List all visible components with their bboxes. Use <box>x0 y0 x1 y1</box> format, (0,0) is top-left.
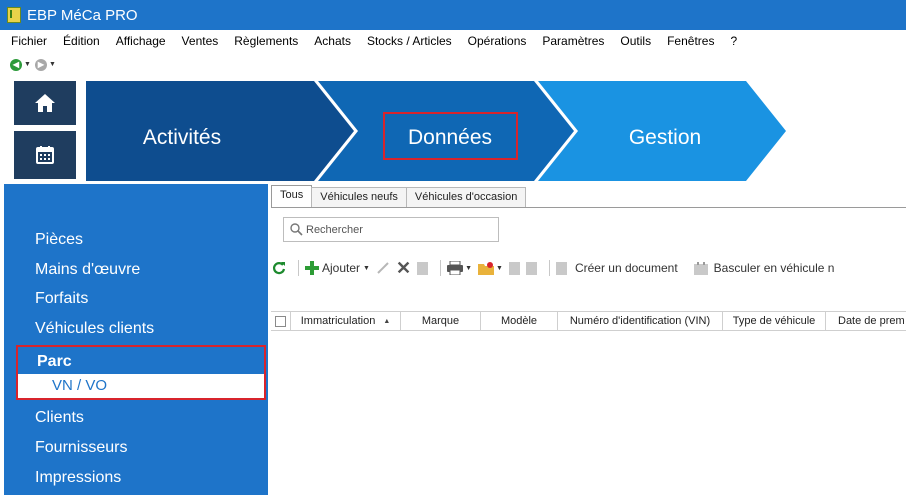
column-header-marque[interactable]: Marque <box>401 312 481 330</box>
menu-stocks-articles[interactable]: Stocks / Articles <box>359 34 460 48</box>
select-all-cell <box>271 312 291 330</box>
parc-highlight-box: Parc VN / VO <box>16 345 266 400</box>
forward-arrow-icon[interactable]: ▶ <box>34 58 47 71</box>
sidebar: Pièces Mains d'œuvre Forfaits Véhicules … <box>4 184 268 495</box>
menu-operations[interactable]: Opérations <box>460 34 535 48</box>
sidebar-item-mains-oeuvre[interactable]: Mains d'œuvre <box>35 261 140 279</box>
document-button-2[interactable] <box>525 261 537 275</box>
chevron-down-icon: ▼ <box>363 264 370 272</box>
menu-outils[interactable]: Outils <box>612 34 659 48</box>
search-placeholder: Rechercher <box>306 223 363 236</box>
duplicate-button[interactable] <box>417 261 429 275</box>
menu-edition[interactable]: Édition <box>55 34 108 48</box>
column-immatriculation-label: Immatriculation <box>300 315 376 327</box>
menu-fichier[interactable]: Fichier <box>0 34 55 48</box>
document-list-icon <box>525 261 537 275</box>
home-icon <box>35 94 55 112</box>
sidebar-item-clients[interactable]: Clients <box>35 409 84 427</box>
select-all-checkbox[interactable] <box>275 315 286 327</box>
search-icon <box>290 223 303 236</box>
document-icon <box>508 261 520 275</box>
process-steps: Activités Données Gestion <box>86 81 786 181</box>
back-arrow-icon[interactable]: ◀ <box>10 58 22 71</box>
menu-ventes[interactable]: Ventes <box>174 34 227 48</box>
step-activites-label: Activités <box>143 126 221 149</box>
switch-vehicle-button[interactable]: Basculer en véhicule n <box>693 261 835 275</box>
sort-ascending-icon: ▲ <box>383 317 391 325</box>
chevron-down-icon: ▼ <box>465 264 472 272</box>
sidebar-item-vehicules-clients[interactable]: Véhicules clients <box>35 320 154 338</box>
toolbar: Ajouter ▼ ✕ ▼ ▼ Créer un document Bascul… <box>272 257 906 279</box>
refresh-button[interactable] <box>272 261 286 275</box>
sidebar-item-pieces[interactable]: Pièces <box>35 231 83 249</box>
sidebar-item-vn-vo-label: VN / VO <box>52 377 108 394</box>
printer-icon <box>447 261 464 275</box>
step-gestion-label: Gestion <box>629 126 701 149</box>
calendar-switch-icon <box>693 261 708 275</box>
toolbar-separator <box>548 260 550 276</box>
calendar-button[interactable] <box>14 131 76 179</box>
column-marque-label: Marque <box>421 315 460 327</box>
tab-vehicules-neufs[interactable]: Véhicules neufs <box>311 187 407 208</box>
column-modele-label: Modèle <box>500 315 538 327</box>
menu-fenetres[interactable]: Fenêtres <box>659 34 722 48</box>
column-header-date-premiere[interactable]: Date de prem <box>826 312 906 330</box>
plus-icon <box>305 261 319 275</box>
folder-export-icon <box>478 262 494 275</box>
pencil-icon <box>377 262 389 274</box>
column-type-vehicule-label: Type de véhicule <box>732 315 816 327</box>
column-vin-label: Numéro d'identification (VIN) <box>569 315 711 327</box>
menu-reglements[interactable]: Règlements <box>226 34 306 48</box>
sidebar-group-parc[interactable]: Parc <box>37 353 72 371</box>
title-bar: EBP MéCa PRO <box>0 0 906 30</box>
edit-button[interactable] <box>376 261 390 275</box>
home-button[interactable] <box>14 81 76 125</box>
calendar-icon <box>36 146 54 164</box>
toolbar-separator <box>298 260 299 276</box>
sidebar-item-vn-vo[interactable]: VN / VO <box>18 374 264 398</box>
tab-strip: Tous Véhicules neufs Véhicules d'occasio… <box>271 185 527 208</box>
export-button[interactable]: ▼ <box>478 261 503 275</box>
quick-buttons <box>14 81 76 181</box>
sidebar-item-fournisseurs[interactable]: Fournisseurs <box>35 439 127 457</box>
tab-tous[interactable]: Tous <box>271 185 313 208</box>
toolbar-separator <box>440 260 442 276</box>
refresh-icon <box>272 262 286 275</box>
delete-icon[interactable]: ✕ <box>396 259 411 277</box>
ribbon: Activités Données Gestion <box>0 81 906 181</box>
app-logo-icon <box>7 7 21 23</box>
menu-help[interactable]: ? <box>722 34 745 48</box>
search-input[interactable]: Rechercher <box>283 217 499 242</box>
create-document-button[interactable]: Créer un document <box>555 261 678 275</box>
column-date-premiere-label: Date de prem <box>838 315 905 327</box>
chevron-down-icon[interactable]: ▼ <box>49 61 56 68</box>
column-header-modele[interactable]: Modèle <box>481 312 558 330</box>
tab-vehicules-occasion[interactable]: Véhicules d'occasion <box>405 187 527 208</box>
add-button-label: Ajouter <box>322 261 361 275</box>
switch-vehicle-label: Basculer en véhicule n <box>713 261 835 275</box>
column-header-immatriculation[interactable]: Immatriculation ▲ <box>291 312 401 330</box>
add-button[interactable]: Ajouter ▼ <box>305 261 370 275</box>
menu-parametres[interactable]: Paramètres <box>534 34 612 48</box>
window-title: EBP MéCa PRO <box>27 6 138 24</box>
column-header-vin[interactable]: Numéro d'identification (VIN) <box>558 312 723 330</box>
copy-icon <box>417 261 429 275</box>
column-header-type-vehicule[interactable]: Type de véhicule <box>723 312 826 330</box>
new-document-icon <box>555 261 567 275</box>
chevron-down-icon: ▼ <box>496 264 503 272</box>
create-document-label: Créer un document <box>574 261 678 275</box>
history-nav: ◀ ▼ ▶ ▼ <box>0 52 906 77</box>
print-button[interactable]: ▼ <box>447 261 472 275</box>
sidebar-item-forfaits[interactable]: Forfaits <box>35 290 88 308</box>
menu-bar: Fichier Édition Affichage Ventes Règleme… <box>0 30 906 52</box>
tab-divider <box>271 207 906 208</box>
menu-achats[interactable]: Achats <box>306 34 359 48</box>
menu-affichage[interactable]: Affichage <box>108 34 174 48</box>
chevron-down-icon[interactable]: ▼ <box>24 61 31 68</box>
sidebar-item-impressions[interactable]: Impressions <box>35 469 121 487</box>
document-button-1[interactable] <box>508 261 520 275</box>
step-donnees-label: Données <box>408 126 492 149</box>
grid-header: Immatriculation ▲ Marque Modèle Numéro d… <box>271 311 906 331</box>
